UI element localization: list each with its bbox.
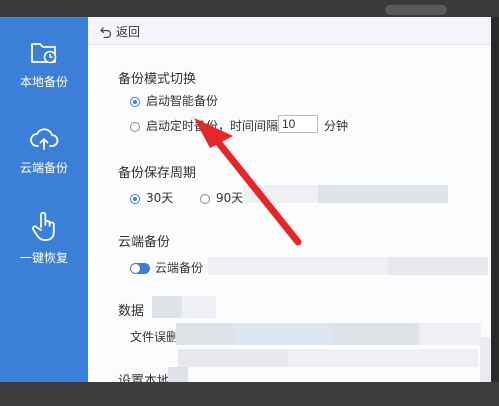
- sidebar-item-cloud-backup[interactable]: 云端备份: [0, 123, 88, 176]
- retention-90-label: 90天: [216, 191, 244, 205]
- redacted-region: [419, 323, 481, 345]
- toggle-switch: [130, 263, 150, 274]
- toolbar: 返回: [88, 17, 491, 45]
- radio-retention-30[interactable]: 30天: [130, 189, 173, 206]
- cloud-toggle-label: 云端备份: [155, 261, 204, 275]
- sidebar-item-label: 本地备份: [19, 75, 68, 89]
- redacted-region: [208, 257, 388, 275]
- hand-pointer-icon: [32, 211, 55, 241]
- data-section-title: 数据: [118, 304, 145, 319]
- frame-decoration: [385, 5, 447, 15]
- back-button[interactable]: 返回: [100, 23, 140, 40]
- local-section-title: 设置本地: [118, 374, 171, 382]
- radio-timed-label-suffix: 备份，时间间隔: [194, 119, 279, 133]
- radio-timed-backup[interactable]: 启动定时备份，时间间隔: [130, 117, 278, 134]
- folder-clock-icon: [31, 43, 57, 64]
- window-frame-top: [0, 0, 499, 17]
- redacted-region: [288, 349, 478, 367]
- radio-indicator: [130, 122, 140, 132]
- redacted-region: [176, 323, 236, 345]
- radio-smart-backup[interactable]: 启动智能备份: [130, 92, 218, 109]
- redacted-region: [152, 296, 182, 318]
- cloud-upload-icon: [30, 128, 59, 150]
- sidebar: 本地备份 云端备份 一键恢复: [0, 17, 88, 382]
- redacted-region: [178, 349, 288, 367]
- retention-30-label: 30天: [146, 191, 174, 205]
- window-frame-bottom: [0, 382, 499, 406]
- cloud-backup-title: 云端备份: [118, 235, 171, 250]
- redacted-region: [388, 257, 488, 275]
- sidebar-item-label: 一键恢复: [19, 251, 68, 265]
- retention-title: 备份保存周期: [118, 166, 197, 181]
- redacted-region: [236, 323, 331, 345]
- cloud-backup-toggle[interactable]: 云端备份: [130, 259, 203, 276]
- radio-indicator: [130, 97, 140, 107]
- sidebar-item-one-click-restore[interactable]: 一键恢复: [0, 209, 88, 266]
- backup-settings-window: 本地备份 云端备份 一键恢复 返回 备份模式切换 启动智能备份 启动定时备份，时…: [0, 17, 491, 382]
- scrollbar[interactable]: [480, 337, 491, 382]
- redacted-region: [168, 367, 188, 382]
- radio-indicator: [200, 194, 210, 204]
- radio-indicator: [130, 194, 140, 204]
- undo-icon: [100, 27, 112, 39]
- settings-panel: 返回 备份模式切换 启动智能备份 启动定时备份，时间间隔 分钟 备份保存周期 3…: [88, 17, 491, 382]
- redacted-region: [331, 323, 419, 345]
- radio-timed-label-prefix: 启动定时: [146, 119, 195, 133]
- redacted-region: [182, 296, 216, 318]
- radio-smart-label: 启动智能备份: [146, 94, 219, 108]
- interval-unit: 分钟: [324, 119, 349, 133]
- sidebar-item-label: 云端备份: [19, 161, 68, 175]
- radio-retention-90[interactable]: 90天: [200, 189, 243, 206]
- redacted-region: [243, 185, 318, 203]
- backup-mode-title: 备份模式切换: [118, 72, 197, 87]
- redacted-region: [318, 185, 448, 203]
- interval-input[interactable]: [278, 115, 318, 133]
- back-label: 返回: [116, 25, 141, 39]
- sidebar-item-local-backup[interactable]: 本地备份: [0, 37, 88, 90]
